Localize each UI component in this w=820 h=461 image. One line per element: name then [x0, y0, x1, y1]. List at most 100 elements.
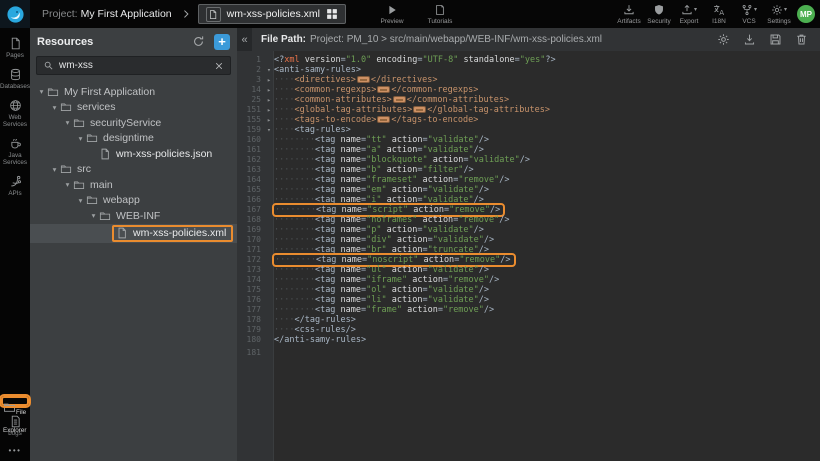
- code-editor[interactable]: 1<?xml version="1.0" encoding="UTF-8" st…: [237, 51, 820, 461]
- add-resource-button[interactable]: +: [214, 34, 230, 50]
- code-line-160[interactable]: 160········<tag name="tt" action="valida…: [237, 135, 820, 145]
- sidebar-item-databases[interactable]: Databases: [0, 68, 30, 90]
- collapse-panel-button[interactable]: «: [237, 28, 252, 51]
- topbar-action-preview[interactable]: Preview: [368, 0, 416, 28]
- tree-item-services[interactable]: ▾services: [30, 100, 237, 116]
- chevron-down-icon[interactable]: ▾: [75, 134, 86, 143]
- tree-item-webapp[interactable]: ▾webapp: [30, 193, 237, 209]
- tree-item-securityservice[interactable]: ▾securityService: [30, 115, 237, 131]
- sidebar-item-pages[interactable]: Pages: [0, 37, 30, 59]
- avatar[interactable]: MP: [797, 5, 815, 23]
- tree-item-wm-xss-policies-xml[interactable]: wm-xss-policies.xml: [30, 224, 237, 243]
- tree-item-main[interactable]: ▾main: [30, 177, 237, 193]
- clear-search-icon[interactable]: [214, 61, 224, 71]
- code-line-174[interactable]: 174········<tag name="iframe" action="re…: [237, 275, 820, 285]
- sidebar-item-logs[interactable]: Logs: [0, 415, 30, 437]
- code-line-164[interactable]: 164········<tag name="frameset" action="…: [237, 175, 820, 185]
- code-line-173[interactable]: 173········<tag name="ul" action="valida…: [237, 265, 820, 275]
- code-line-172[interactable]: 172········<tag name="noscript" action="…: [237, 255, 820, 265]
- folded-region-badge[interactable]: [357, 76, 370, 83]
- chevron-down-icon[interactable]: ▾: [62, 180, 73, 189]
- chevron-right-icon[interactable]: [181, 9, 191, 19]
- sidebar-item-label: Logs: [8, 430, 22, 437]
- fold-toggle-icon[interactable]: ▸: [264, 95, 274, 105]
- folded-region-badge[interactable]: [377, 116, 390, 123]
- fold-toggle-icon[interactable]: ▾: [264, 65, 274, 75]
- sidebar-item-web-services[interactable]: Web Services: [0, 99, 30, 128]
- save-button[interactable]: [769, 33, 782, 46]
- delete-button[interactable]: [795, 33, 808, 46]
- fold-toggle-icon[interactable]: ▸: [264, 115, 274, 125]
- fold-toggle-icon[interactable]: ▾: [264, 125, 274, 135]
- code-line-169[interactable]: 169········<tag name="p" action="validat…: [237, 225, 820, 235]
- code-line-178[interactable]: 178····</tag-rules>: [237, 315, 820, 325]
- topbar-action-label: Preview: [380, 18, 403, 25]
- sidebar-item-java-services[interactable]: Java Services: [0, 137, 30, 166]
- sidebar-item-apis[interactable]: APIs: [0, 175, 30, 197]
- topbar-action-export[interactable]: ▾Export: [674, 0, 704, 28]
- line-number: 164: [237, 175, 264, 185]
- tree-item-src[interactable]: ▾src: [30, 162, 237, 178]
- code-line-170[interactable]: 170········<tag name="div" action="valid…: [237, 235, 820, 245]
- tree-item-designtime[interactable]: ▾designtime: [30, 131, 237, 147]
- code-line-155[interactable]: 155▸····<tags-to-encode></tags-to-encode…: [237, 115, 820, 125]
- topbar-action-tutorials[interactable]: Tutorials: [416, 0, 464, 28]
- line-number: 160: [237, 135, 264, 145]
- fold-toggle-icon[interactable]: ▸: [264, 105, 274, 115]
- fold-toggle-icon[interactable]: ▸: [264, 85, 274, 95]
- more-menu-button[interactable]: •••: [9, 446, 22, 455]
- code-line-171[interactable]: 171········<tag name="br" action="trunca…: [237, 245, 820, 255]
- grid-icon[interactable]: [326, 8, 338, 20]
- topbar-action-security[interactable]: Security: [644, 0, 674, 28]
- code-line-176[interactable]: 176········<tag name="li" action="valida…: [237, 295, 820, 305]
- folded-region-badge[interactable]: [413, 106, 426, 113]
- tree-item-my-first-application[interactable]: ▾My First Application: [30, 84, 237, 100]
- code-line-181[interactable]: 181: [237, 345, 820, 355]
- code-line-175[interactable]: 175········<tag name="ol" action="valida…: [237, 285, 820, 295]
- code-line-151[interactable]: 151▸····<global-tag-attributes></global-…: [237, 105, 820, 115]
- chevron-down-icon[interactable]: ▾: [88, 211, 99, 220]
- code-line-163[interactable]: 163········<tag name="b" action="filter"…: [237, 165, 820, 175]
- chevron-down-icon[interactable]: ▾: [62, 118, 73, 127]
- sidebar-item-file-explorer[interactable]: File Explorer: [1, 396, 29, 406]
- topbar-action-artifacts[interactable]: Artifacts: [614, 0, 644, 28]
- folded-region-badge[interactable]: [393, 96, 406, 103]
- settings-button[interactable]: [717, 33, 730, 46]
- tree-item-wm-xss-policies-json[interactable]: wm-xss-policies.json: [30, 146, 237, 162]
- code-line-1[interactable]: 1<?xml version="1.0" encoding="UTF-8" st…: [237, 55, 820, 65]
- search-input[interactable]: [59, 60, 209, 71]
- topbar-action-i18n[interactable]: AI18N: [704, 0, 734, 28]
- code-line-3[interactable]: 3▸····<directives></directives>: [237, 75, 820, 85]
- topbar-action-settings[interactable]: ▾Settings: [764, 0, 794, 28]
- code-line-177[interactable]: 177········<tag name="frame" action="rem…: [237, 305, 820, 315]
- code-line-162[interactable]: 162········<tag name="blockquote" action…: [237, 155, 820, 165]
- code-line-167[interactable]: 167········<tag name="script" action="re…: [237, 205, 820, 215]
- code-line-161[interactable]: 161········<tag name="a" action="validat…: [237, 145, 820, 155]
- chevron-down-icon[interactable]: ▾: [49, 165, 60, 174]
- folded-region-badge[interactable]: [377, 86, 390, 93]
- code-line-166[interactable]: 166········<tag name="i" action="validat…: [237, 195, 820, 205]
- code-line-25[interactable]: 25▸····<common-attributes></common-attri…: [237, 95, 820, 105]
- topbar-action-vcs[interactable]: ▾VCS: [734, 0, 764, 28]
- open-file-tab[interactable]: wm-xss-policies.xml: [198, 4, 346, 24]
- chevron-down-icon[interactable]: ▾: [36, 87, 47, 96]
- code-line-2[interactable]: 2▾<anti-samy-rules>: [237, 65, 820, 75]
- code-line-168[interactable]: 168········<tag name="noframes" action="…: [237, 215, 820, 225]
- download-button[interactable]: [743, 33, 756, 46]
- code-line-179[interactable]: 179····<css-rules/>: [237, 325, 820, 335]
- chevron-down-icon[interactable]: ▾: [75, 196, 86, 205]
- tree-item-web-inf[interactable]: ▾WEB-INF: [30, 208, 237, 224]
- code-line-165[interactable]: 165········<tag name="em" action="valida…: [237, 185, 820, 195]
- chevron-down-icon[interactable]: ▾: [49, 103, 60, 112]
- refresh-icon[interactable]: [192, 35, 205, 48]
- code-line-14[interactable]: 14▸····<common-regexps></common-regexps>: [237, 85, 820, 95]
- code-line-180[interactable]: 180</anti-samy-rules>: [237, 335, 820, 345]
- topbar-action-label: Artifacts: [617, 18, 640, 25]
- fold-toggle-icon[interactable]: ▸: [264, 75, 274, 85]
- file-icon: [116, 227, 128, 239]
- app-logo[interactable]: [0, 0, 30, 28]
- logo-icon: [6, 5, 25, 24]
- folder-icon: [73, 179, 85, 191]
- line-number: 175: [237, 285, 264, 295]
- code-line-159[interactable]: 159▾····<tag-rules>: [237, 125, 820, 135]
